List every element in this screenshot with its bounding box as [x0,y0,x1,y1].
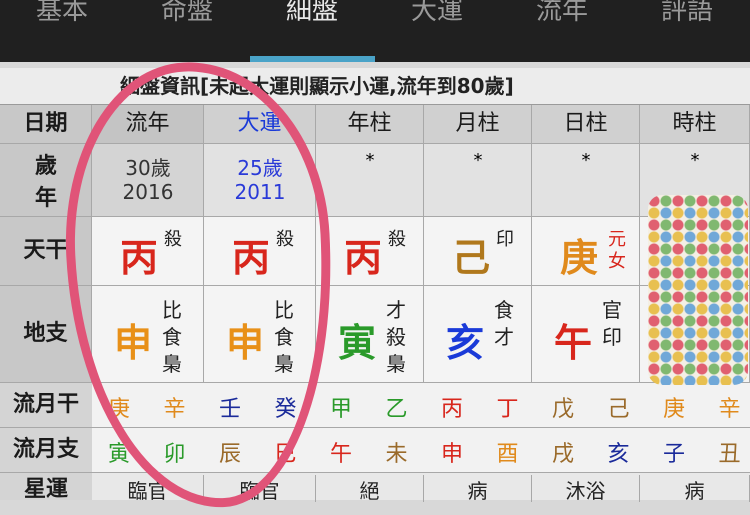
dizhi-god: 才 [494,325,514,349]
tiangan-cell: 丙殺 [316,217,424,285]
tiangan-cell: 己印 [424,217,532,285]
liuyue-gan-label: 流月干 [0,383,92,427]
dizhi-cell: 午官印 [532,286,640,382]
col-year-pillar: 年柱 [316,105,424,143]
liuyue-zhi-item: 未 [385,442,408,467]
xingyun-cell: 病 [640,475,750,503]
liuyue-zhi-item: 申 [441,442,464,467]
year-age-cell: * [316,144,424,216]
dizhi-char: 亥 [446,321,485,365]
active-tab-indicator [250,56,375,62]
date-label: 日期 [0,105,92,143]
year-age-star: * [365,150,375,171]
dizhi-god: 官 [602,298,622,322]
liuyue-gan-item: 甲 [330,397,353,422]
dizhi-god: 梟 [386,352,406,376]
month-age-cell: * [424,144,532,216]
decorative-polka-sticker [648,195,748,385]
liuyue-zhi-item: 丑 [718,442,741,467]
dizhi-god: 印 [602,325,622,349]
liuyue-zhi-item: 亥 [607,442,630,467]
day-age-star: * [581,150,591,171]
tab-comment[interactable]: 評語 [627,0,747,30]
tab-basic[interactable]: 基本 [2,0,122,30]
tab-chart[interactable]: 命盤 [127,0,247,30]
liuyue-gan-item: 戊 [552,397,575,422]
col-day-pillar: 日柱 [532,105,640,143]
dizhi-god: 才 [386,298,406,322]
liuyue-zhi-label: 流月支 [0,428,92,472]
dizhi-char: 寅 [338,321,377,365]
tab-dayun[interactable]: 大運 [377,0,497,30]
liuyue-gan-item: 乙 [385,397,408,422]
dizhi-cell: 亥食才 [424,286,532,382]
xingyun-cell: 病 [424,475,532,503]
tab-bar: 基本 命盤 細盤 大運 流年 評語 [0,0,750,62]
tiangan-cell: 庚元女 [532,217,640,285]
liuyue-gan-item: 丁 [496,397,519,422]
liuyue-gan-item: 己 [607,397,630,422]
col-month-pillar: 月柱 [424,105,532,143]
day-age-cell: * [532,144,640,216]
xingyun-cell: 沐浴 [532,475,640,503]
tab-detail[interactable]: 細盤 [252,0,372,30]
month-age-star: * [473,150,483,171]
tiangan-char: 庚 [560,236,599,280]
xingyun-label: 星運 [0,473,92,502]
liuyue-gan-item: 丙 [441,397,464,422]
tiangan-god: 印 [496,229,514,250]
col-hour-pillar: 時柱 [640,105,750,143]
dizhi-god: 食 [494,298,514,322]
tiangan-god: 女 [608,251,626,272]
tab-liunian[interactable]: 流年 [502,0,622,30]
dizhi-god: 殺 [386,325,406,349]
xingyun-row: 星運 臨官 臨官絕病沐浴病 [0,473,750,503]
tiangan-char: 己 [452,236,491,280]
liuyue-gan-item: 庚 [663,397,686,422]
liuyue-zhi-item: 酉 [496,442,519,467]
liuyue-zhi-item: 子 [663,442,686,467]
liuyue-gan-item: 辛 [718,397,741,422]
dizhi-cell: 寅才殺梟 [316,286,424,382]
liuyue-zhi-item: 戌 [552,442,575,467]
dizhi-char: 午 [554,321,593,365]
tiangan-char: 丙 [344,236,383,280]
liuyue-zhi-item: 午 [330,442,353,467]
liuyue-zhi-row: 流月支 寅卯辰巳午未申酉戌亥子丑 [0,428,750,473]
hour-age-star: * [690,150,700,171]
tiangan-god: 殺 [388,229,406,250]
xingyun-cell: 絕 [316,475,424,503]
